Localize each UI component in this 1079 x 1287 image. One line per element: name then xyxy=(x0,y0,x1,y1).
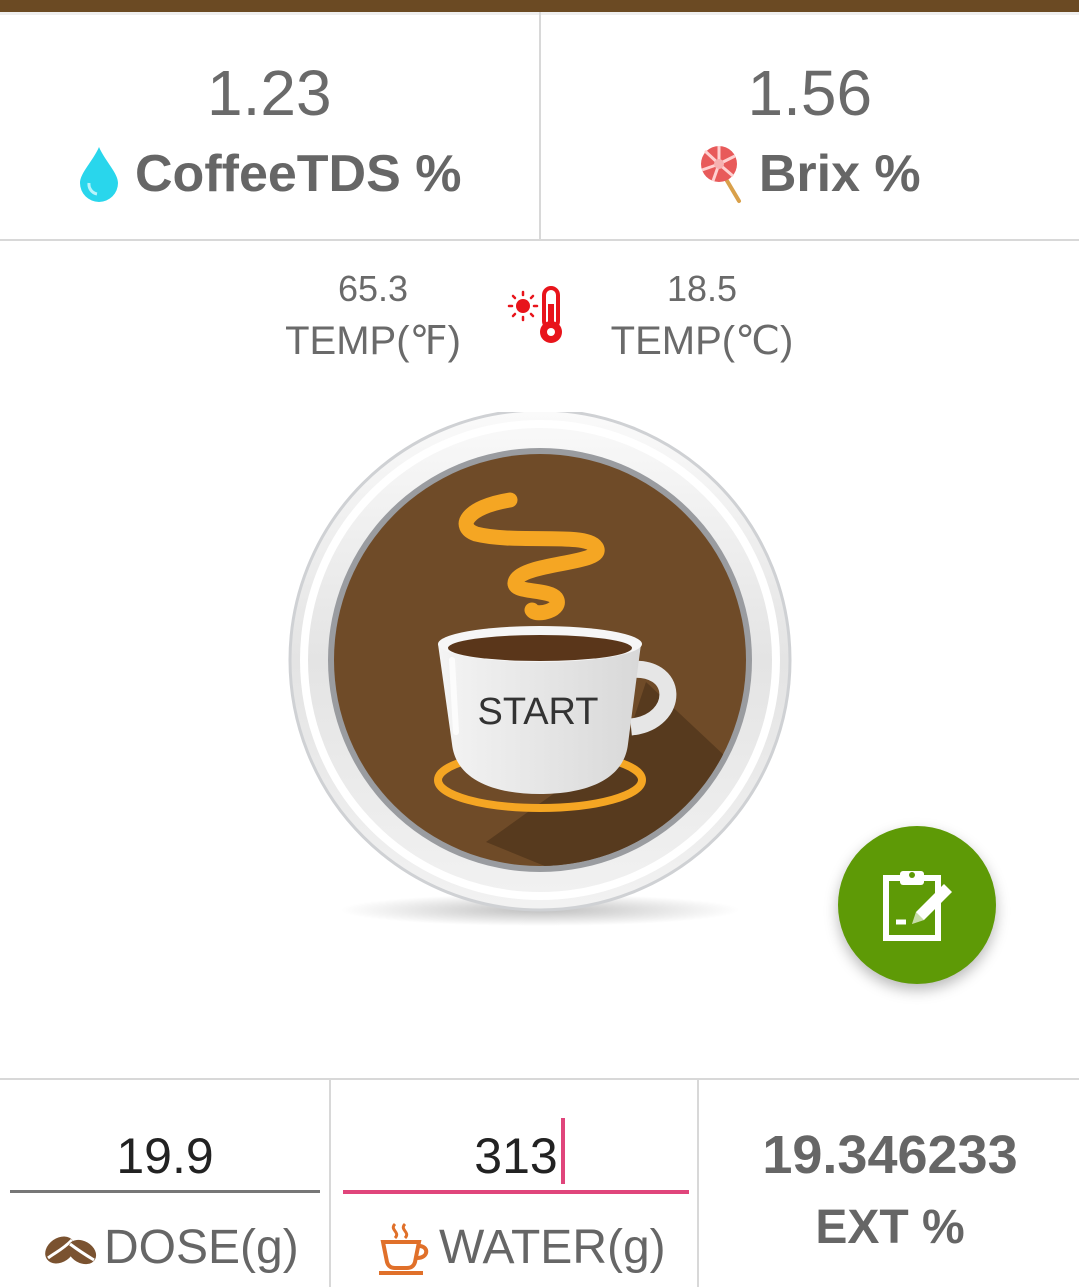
text-caret xyxy=(561,1118,565,1184)
temp-f-value: 65.3 xyxy=(263,268,483,312)
extraction-cell: 19.346233 EXT % xyxy=(697,1080,1079,1287)
top-accent-bar xyxy=(0,0,1079,12)
dose-cell: DOSE(g) xyxy=(0,1080,329,1287)
brix-value: 1.56 xyxy=(541,56,1079,130)
temp-c-value: 18.5 xyxy=(592,268,812,312)
tds-value: 1.23 xyxy=(0,56,539,130)
tds-label: CoffeeTDS % xyxy=(135,144,461,204)
coffee-beans-icon xyxy=(40,1228,100,1268)
lollipop-icon xyxy=(699,144,745,204)
brix-reading: 1.56 Brix % xyxy=(539,12,1079,239)
record-fab-button[interactable] xyxy=(838,826,996,984)
water-cell: WATER(g) xyxy=(329,1080,699,1287)
water-label: WATER(g) xyxy=(439,1220,666,1275)
tds-reading: 1.23 CoffeeTDS % xyxy=(0,12,539,239)
calculator-panel: DOSE(g) WATER(g) 19.346233 EXT % xyxy=(0,1078,1079,1287)
temp-celsius: 18.5 TEMP(℃) xyxy=(592,268,812,364)
ext-value: 19.346233 xyxy=(699,1124,1079,1186)
brix-label: Brix % xyxy=(759,144,921,204)
water-input[interactable] xyxy=(343,1122,689,1194)
dose-input[interactable] xyxy=(10,1122,320,1193)
hot-cup-icon xyxy=(375,1220,431,1276)
start-button[interactable]: START xyxy=(286,412,796,932)
thermometer-sun-icon xyxy=(505,284,575,348)
readings-panel: 1.23 CoffeeTDS % 1.56 Brix % xyxy=(0,12,1079,241)
start-label: START xyxy=(477,691,598,733)
water-drop-icon xyxy=(77,145,121,203)
ext-label: EXT % xyxy=(699,1200,1079,1255)
temp-fahrenheit: 65.3 TEMP(℉) xyxy=(263,268,483,364)
dose-label: DOSE(g) xyxy=(104,1220,299,1275)
temp-f-label: TEMP(℉) xyxy=(263,318,483,364)
clipboard-edit-icon xyxy=(878,866,956,944)
temp-c-label: TEMP(℃) xyxy=(592,318,812,364)
